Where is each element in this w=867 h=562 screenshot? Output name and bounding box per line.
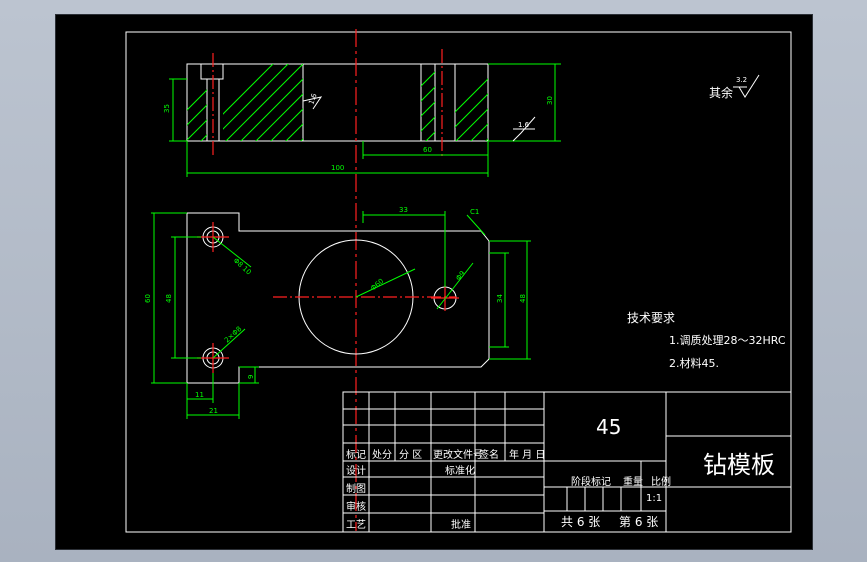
dim-plan-height-right-outer: 48 <box>519 294 527 303</box>
tech-requirements-title: 技术要求 <box>627 311 675 325</box>
material-value: 45 <box>596 415 621 439</box>
dim-plan-bottom-11: 11 <box>195 391 204 399</box>
dim-plan-height-total: 60 <box>144 294 152 303</box>
header-sign: 签名 <box>479 448 499 461</box>
tech-requirements: 技术要求 1.调质处理28～32HRC 2.材料45. <box>627 311 786 370</box>
dim-plan-hole-spacing: 33 <box>399 206 408 214</box>
scale-value: 1:1 <box>646 493 662 504</box>
dim-plan-circle-dia: Φ60 <box>369 277 385 292</box>
tech-requirement-2: 2.材料45. <box>669 356 719 370</box>
header-zone: 分 区 <box>399 449 422 461</box>
sheet-total: 共 6 张 <box>561 515 600 529</box>
dim-plan-height-inner: 48 <box>165 294 173 303</box>
scale-label: 比例 <box>651 475 671 488</box>
dim-plan-chamfer: C1 <box>470 208 479 216</box>
header-date: 年 月 日 <box>509 448 545 461</box>
cad-viewport[interactable]: 35 30 100 60 1.6 1.6 60 48 48 34 33 C1 Φ… <box>55 14 813 550</box>
standardization-label: 标准化 <box>445 464 475 477</box>
dim-front-height-left: 35 <box>163 104 171 113</box>
header-change-doc: 更改文件号 <box>433 448 483 461</box>
dim-plan-hole-bottom: 2×Φ8 <box>223 325 243 345</box>
plan-view: 60 48 48 34 33 C1 Φ60 Φ9 Φ8 10 2×Φ8 11 2… <box>144 206 531 419</box>
sheet-number: 第 6 张 <box>619 515 658 529</box>
roughness-mark-2: 1.6 <box>518 121 530 129</box>
header-count: 处分 <box>372 449 392 461</box>
dim-plan-bottom-21: 21 <box>209 407 218 415</box>
title-block: 45 钻模板 标记 处分 分 区 更改文件号 签名 年 月 日 设计 制图 审核… <box>342 391 792 533</box>
stage-mark-label: 阶段标记 <box>571 475 611 488</box>
weight-label: 重量 <box>623 475 643 488</box>
role-review: 审核 <box>346 500 366 513</box>
dim-front-height-right: 30 <box>546 96 554 105</box>
role-drawing: 制图 <box>346 482 366 495</box>
approve-label: 批准 <box>451 518 471 531</box>
surface-note: 其余 <box>709 85 733 100</box>
dim-plan-small-hole-dia: Φ9 <box>454 270 467 283</box>
surface-roughness-default: 3.2 <box>736 76 747 84</box>
role-design: 设计 <box>346 464 366 477</box>
tech-requirement-1: 1.调质处理28～32HRC <box>669 334 786 347</box>
dim-front-width-total: 100 <box>331 164 344 172</box>
drawing-canvas: 35 30 100 60 1.6 1.6 60 48 48 34 33 C1 Φ… <box>125 29 792 533</box>
surface-roughness-note: 其余 3.2 <box>709 74 760 100</box>
dim-front-inner: 60 <box>423 146 432 154</box>
header-mark: 标记 <box>346 449 366 461</box>
dim-plan-height-right-inner: 34 <box>496 294 504 303</box>
part-name: 钻模板 <box>703 451 775 479</box>
dim-plan-right-small: 9 <box>247 375 255 379</box>
role-process: 工艺 <box>346 519 366 531</box>
